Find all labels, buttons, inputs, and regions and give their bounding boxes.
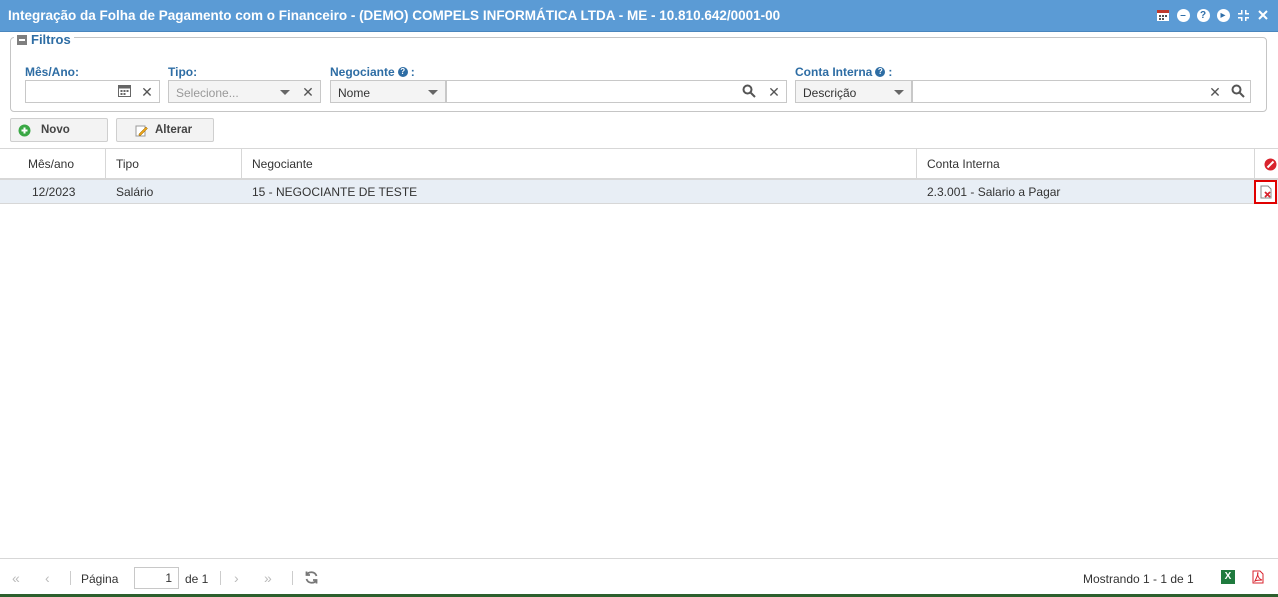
window-title: Integração da Folha de Pagamento com o F… — [8, 8, 781, 23]
column-conta-interna[interactable]: Conta Interna — [917, 149, 1255, 179]
column-mes-ano[interactable]: Mês/ano — [0, 149, 106, 179]
next-page-icon[interactable]: › — [234, 570, 239, 586]
cell-tipo: Salário — [116, 185, 154, 199]
calendar-icon[interactable] — [1156, 8, 1170, 22]
last-page-icon[interactable]: » — [264, 570, 272, 586]
mes-ano-field[interactable]: ✕ — [25, 80, 160, 103]
play-icon[interactable]: ▸ — [1216, 8, 1230, 22]
search-icon[interactable] — [1230, 84, 1246, 100]
window-tools: – ? ▸ — [1156, 8, 1270, 22]
clear-icon[interactable]: ✕ — [300, 84, 316, 100]
chevron-down-icon[interactable] — [894, 90, 904, 95]
alterar-button[interactable]: Alterar — [116, 118, 214, 142]
novo-button[interactable]: Novo — [10, 118, 108, 142]
delete-row-button[interactable] — [1254, 180, 1277, 204]
pdf-export-icon[interactable] — [1251, 570, 1265, 587]
minimize-icon[interactable]: – — [1176, 8, 1190, 22]
cell-conta-interna: 2.3.001 - Salario a Pagar — [927, 185, 1061, 199]
help-icon[interactable]: ? — [1196, 8, 1210, 22]
conta-type-select[interactable]: Descrição — [795, 80, 912, 103]
collapse-icon[interactable] — [17, 34, 27, 45]
table-row[interactable]: 12/2023 Salário 15 - NEGOCIANTE DE TESTE… — [0, 180, 1278, 204]
help-icon[interactable]: ? — [875, 67, 886, 77]
prev-page-icon[interactable]: ‹ — [45, 570, 50, 586]
excel-export-icon[interactable]: X — [1221, 570, 1235, 584]
cell-negociante: 15 - NEGOCIANTE DE TESTE — [252, 185, 418, 199]
help-icon[interactable]: ? — [397, 67, 408, 77]
close-icon[interactable] — [1256, 8, 1270, 22]
edit-icon — [135, 124, 148, 137]
calendar-icon[interactable] — [116, 84, 132, 100]
page-input[interactable]: 1 — [134, 567, 179, 589]
cell-mes-ano: 12/2023 — [32, 185, 76, 199]
grid-footer: « ‹ Página 1 de 1 › » Mostrando 1 - 1 de… — [0, 558, 1278, 597]
column-negociante[interactable]: Negociante — [242, 149, 917, 179]
window-titlebar: Integração da Folha de Pagamento com o F… — [0, 0, 1278, 32]
negociante-input[interactable]: ✕ — [446, 80, 787, 103]
column-tipo[interactable]: Tipo — [106, 149, 242, 179]
showing-count: Mostrando 1 - 1 de 1 — [1083, 572, 1194, 586]
clear-icon[interactable]: ✕ — [139, 84, 155, 100]
page-label: Página — [81, 572, 119, 586]
filters-legend[interactable]: Filtros — [14, 32, 74, 47]
conta-interna-input[interactable]: ✕ — [912, 80, 1251, 103]
chevron-down-icon[interactable] — [428, 90, 438, 95]
conta-interna-label: Conta Interna?: — [795, 65, 893, 79]
grid-header: Mês/ano Tipo Negociante Conta Interna — [0, 148, 1278, 180]
chevron-down-icon[interactable] — [280, 90, 290, 95]
no-entry-icon — [1264, 158, 1277, 171]
compress-icon[interactable] — [1236, 8, 1250, 22]
refresh-icon[interactable] — [304, 570, 319, 588]
mes-ano-label: Mês/Ano: — [25, 65, 79, 79]
page-count: de 1 — [185, 572, 209, 586]
clear-icon[interactable]: ✕ — [1207, 84, 1223, 100]
negociante-label: Negociante?: — [330, 65, 415, 79]
search-icon[interactable] — [741, 84, 757, 100]
delete-document-icon — [1259, 185, 1273, 202]
add-icon — [18, 124, 31, 137]
tipo-label: Tipo: — [168, 65, 198, 79]
tipo-select[interactable]: Selecione... ✕ — [168, 80, 321, 103]
data-grid: Mês/ano Tipo Negociante Conta Interna 12… — [0, 148, 1278, 204]
negociante-type-select[interactable]: Nome — [330, 80, 446, 103]
clear-icon[interactable]: ✕ — [766, 84, 782, 100]
first-page-icon[interactable]: « — [12, 570, 20, 586]
